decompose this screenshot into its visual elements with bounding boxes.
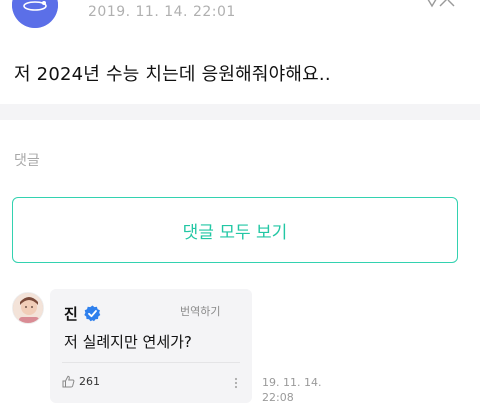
verified-badge-icon — [84, 305, 101, 322]
post-body-text: 저 2024년 수능 치는데 응원해줘야해요.. — [14, 64, 331, 85]
comment-text: 저 실례지만 연세가? — [64, 333, 192, 351]
comment-author-row: 진 — [64, 303, 101, 324]
comment-timestamp: 19. 11. 14. 22:08 — [262, 375, 342, 405]
comment-author-avatar[interactable] — [12, 292, 44, 324]
comment-timestamp-time: 22:08 — [262, 391, 294, 404]
profile-avatar-icon — [12, 0, 58, 28]
like-thumb-icon — [62, 375, 75, 388]
translate-icon[interactable] — [420, 0, 456, 12]
profile-avatar-icon — [13, 293, 43, 323]
comments-section-label: 댓글 — [14, 153, 40, 169]
post-author-avatar[interactable] — [12, 0, 58, 28]
comment-card: 진 번역하기 저 실례지만 연세가? 261 — [50, 289, 252, 403]
comment-timestamp-date: 19. 11. 14. — [262, 376, 322, 389]
post-date: 2019. 11. 14. 22:01 — [88, 4, 236, 20]
section-divider — [0, 104, 480, 120]
comment-translate-link[interactable]: 번역하기 — [180, 303, 220, 319]
comment-divider — [62, 362, 240, 363]
more-vertical-icon[interactable] — [234, 377, 238, 389]
view-all-comments-button[interactable]: 댓글 모두 보기 — [12, 197, 458, 263]
comment-author-name[interactable]: 진 — [64, 303, 78, 324]
like-count: 261 — [79, 375, 100, 388]
like-button[interactable]: 261 — [62, 375, 100, 388]
post-header: 2019. 11. 14. 22:01 — [0, 0, 480, 34]
